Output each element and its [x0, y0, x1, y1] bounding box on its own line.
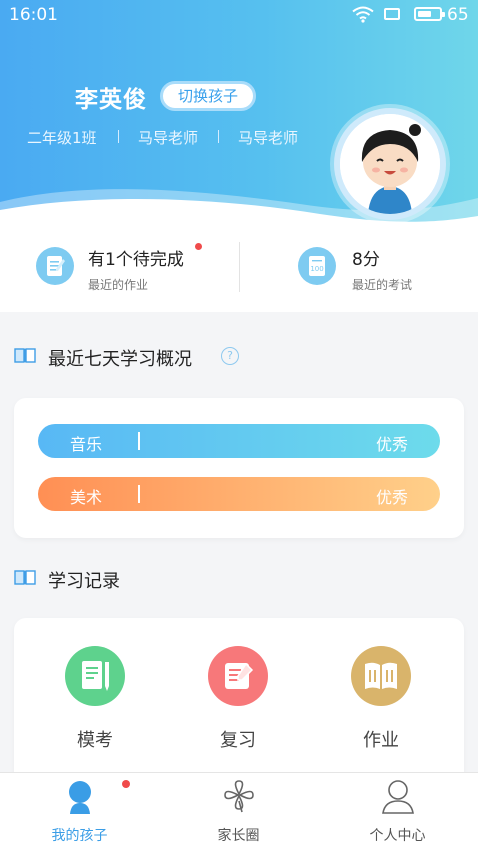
question-circle-icon[interactable]: ?	[221, 347, 239, 365]
clover-icon	[224, 780, 254, 813]
class-name: 二年级1班	[27, 129, 97, 147]
summary-panel: 有1个待完成 最近的作业 100 8分 最近的考试	[0, 230, 478, 312]
learning-records-card: 模考 复习 作业	[14, 618, 464, 788]
profile-header: 16:01 65 李英俊 切换孩子 二年级1班 马导老师 马导老师	[0, 0, 478, 230]
exam-paper-icon: 100	[298, 247, 336, 285]
record-review[interactable]: 复习	[183, 646, 293, 766]
tab-label: 家长圈	[217, 828, 260, 844]
homework-icon	[36, 247, 74, 285]
recent-homework[interactable]: 有1个待完成 最近的作业	[0, 230, 238, 312]
bar-divider	[138, 485, 140, 503]
subject-bar-music[interactable]: 音乐 优秀	[38, 424, 440, 458]
status-bar: 16:01 65	[0, 0, 478, 30]
recent-exam[interactable]: 100 8分 最近的考试	[240, 230, 478, 312]
record-mock-exam[interactable]: 模考	[40, 646, 150, 766]
battery-icon	[414, 7, 445, 21]
record-homework[interactable]: 作业	[326, 646, 436, 766]
teacher-name: 马导老师	[238, 129, 299, 147]
homework-status: 有1个待完成	[88, 250, 184, 270]
tab-label: 我的孩子	[51, 828, 108, 844]
homework-book-icon	[351, 646, 411, 706]
tab-parent-circle[interactable]: 家长圈	[159, 773, 318, 851]
tab-my-child[interactable]: 我的孩子	[0, 773, 159, 851]
teacher-name: 马导老师	[138, 129, 199, 147]
notification-dot-icon	[122, 780, 130, 788]
child-name: 李英俊	[75, 87, 147, 113]
record-label: 模考	[77, 730, 113, 751]
switch-child-button[interactable]: 切换孩子	[160, 81, 256, 111]
subject-rating: 优秀	[375, 488, 408, 507]
record-label: 复习	[220, 730, 256, 751]
battery-level: 65	[447, 5, 469, 25]
child-avatar[interactable]	[334, 108, 446, 220]
mock-exam-icon	[65, 646, 125, 706]
tab-label: 个人中心	[369, 828, 426, 844]
sim-card-icon	[384, 8, 400, 20]
weekly-overview-card: 音乐 优秀 美术 优秀	[14, 398, 464, 538]
notification-dot-icon	[195, 243, 202, 250]
review-icon	[208, 646, 268, 706]
homework-caption: 最近的作业	[88, 278, 149, 292]
open-book-icon	[14, 348, 36, 363]
meta-divider	[218, 130, 219, 143]
subject-name: 音乐	[70, 435, 103, 454]
weekly-overview-title: 最近七天学习概况	[48, 349, 192, 370]
subject-bar-art[interactable]: 美术 优秀	[38, 477, 440, 511]
subject-name: 美术	[70, 488, 103, 507]
exam-caption: 最近的考试	[352, 278, 413, 292]
bottom-tab-bar: 我的孩子 家长圈 个人中心	[0, 772, 478, 851]
subject-rating: 优秀	[375, 435, 408, 454]
open-book-icon	[14, 570, 36, 585]
exam-score: 8分	[352, 250, 380, 270]
bar-divider	[138, 432, 140, 450]
wifi-icon	[352, 6, 374, 23]
svg-text:100: 100	[310, 265, 323, 273]
learning-records-title: 学习记录	[48, 571, 120, 592]
person-icon	[382, 780, 414, 814]
status-time: 16:01	[9, 5, 58, 25]
child-icon	[69, 781, 91, 814]
record-label: 作业	[363, 730, 399, 751]
tab-personal-center[interactable]: 个人中心	[318, 773, 477, 851]
meta-divider	[118, 130, 119, 143]
child-avatar-illustration	[340, 114, 440, 214]
